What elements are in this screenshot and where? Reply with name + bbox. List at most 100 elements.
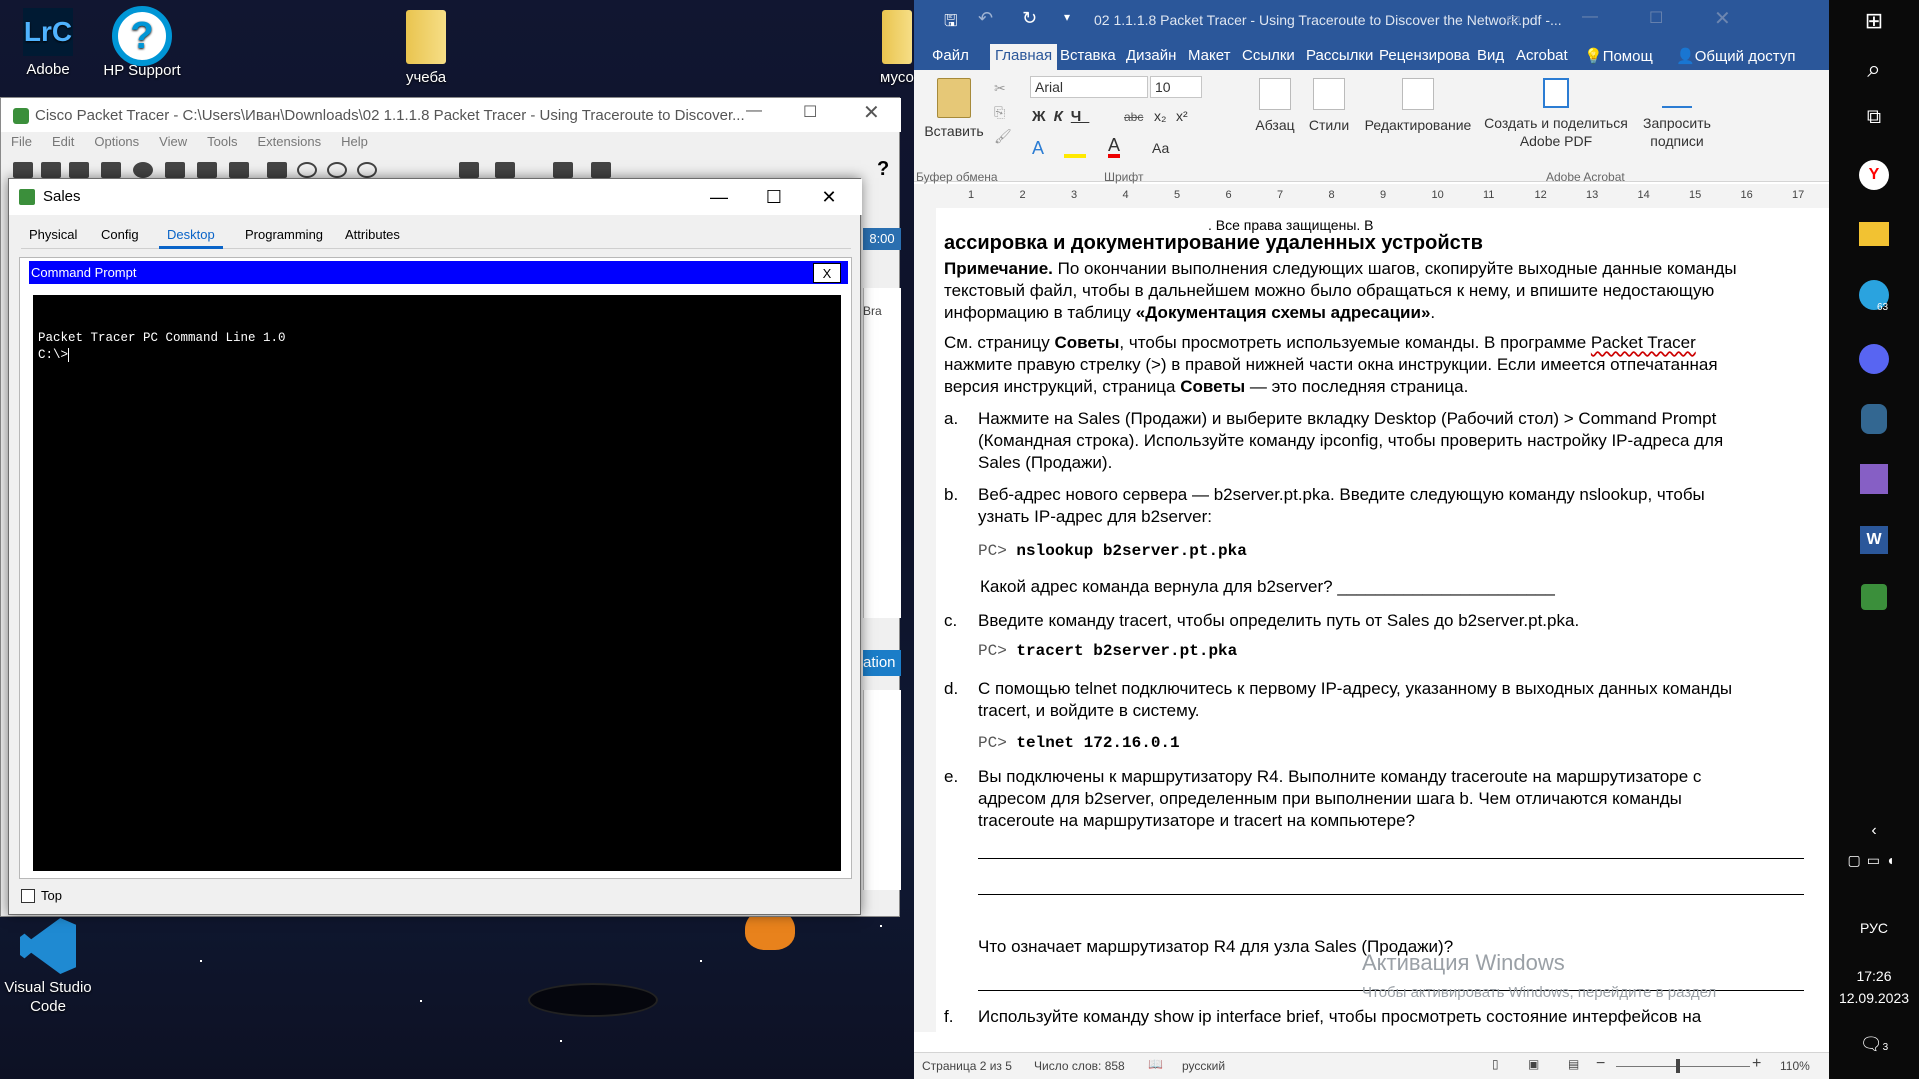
- open-folder-icon[interactable]: [41, 162, 61, 178]
- web-layout-icon[interactable]: ▤: [1568, 1057, 1579, 1071]
- text-effects-icon[interactable]: A: [1032, 138, 1044, 159]
- copy-icon[interactable]: ⎘: [994, 104, 1005, 121]
- terminal-output[interactable]: Packet Tracer PC Command Line 1.0 C:\>: [33, 295, 841, 871]
- cut-icon[interactable]: ✂: [994, 80, 1006, 97]
- word-count[interactable]: Число слов: 858: [1034, 1059, 1125, 1073]
- paste-button[interactable]: Вставить: [924, 78, 984, 140]
- create-pdf-button[interactable]: Создать и поделиться Adobe PDF: [1476, 78, 1636, 150]
- tab-home[interactable]: Главная: [990, 44, 1058, 70]
- visual-studio-icon[interactable]: [1829, 464, 1919, 499]
- tab-acrobat[interactable]: Acrobat: [1516, 47, 1568, 64]
- undo-icon[interactable]: ↶: [978, 8, 993, 29]
- menu-view[interactable]: View: [159, 134, 187, 149]
- paragraph-button[interactable]: Абзац: [1250, 78, 1300, 134]
- menu-help[interactable]: Help: [341, 134, 368, 149]
- font-color-icon[interactable]: A: [1108, 136, 1121, 158]
- desktop-icon-vscode[interactable]: Visual Studio Code: [0, 918, 96, 1016]
- custom-device-icon[interactable]: [495, 162, 515, 178]
- tab-attributes[interactable]: Attributes: [337, 227, 408, 249]
- clock-date[interactable]: 12.09.2023: [1829, 990, 1919, 1006]
- pgadmin-icon[interactable]: [1829, 404, 1919, 439]
- discord-icon[interactable]: [1829, 344, 1919, 379]
- minimize-button[interactable]: —: [746, 102, 762, 120]
- tab-insert[interactable]: Вставка: [1060, 47, 1116, 64]
- menu-edit[interactable]: Edit: [52, 134, 74, 149]
- zoom-in-icon[interactable]: +: [1752, 1055, 1761, 1073]
- input-language[interactable]: РУС: [1829, 920, 1919, 936]
- task-view-icon[interactable]: ⧉: [1829, 106, 1919, 129]
- windows-start-icon[interactable]: ⊞: [1829, 8, 1919, 34]
- tab-view[interactable]: Вид: [1477, 47, 1504, 64]
- search-icon[interactable]: ⌕: [1829, 56, 1919, 84]
- notifications-icon[interactable]: 🗨3: [1829, 1034, 1919, 1055]
- zoom-slider[interactable]: [1616, 1066, 1750, 1067]
- desktop-icon-adobe[interactable]: LrC Adobe: [0, 4, 96, 79]
- yandex-browser-icon[interactable]: Y: [1829, 160, 1919, 190]
- zoom-out-icon[interactable]: [357, 162, 377, 178]
- ribbon-display-icon[interactable]: ▭: [1506, 8, 1521, 28]
- share-button[interactable]: 👤Общий доступ: [1676, 47, 1795, 65]
- maximize-button[interactable]: ☐: [803, 102, 817, 122]
- change-case-icon[interactable]: Аа: [1152, 140, 1169, 156]
- zoom-reset-icon[interactable]: [327, 162, 347, 178]
- print-icon[interactable]: [101, 162, 121, 178]
- tray-icons[interactable]: ▢▭◖: [1829, 852, 1919, 869]
- clock-time[interactable]: 17:26: [1829, 968, 1919, 984]
- highlight-icon[interactable]: [1064, 134, 1086, 158]
- desktop-icon-muso[interactable]: мусо: [868, 4, 914, 87]
- font-name-select[interactable]: Arial: [1030, 76, 1148, 98]
- drawing-icon[interactable]: [553, 162, 573, 178]
- tab-desktop[interactable]: Desktop: [159, 227, 223, 249]
- tab-config[interactable]: Config: [93, 227, 147, 249]
- page-count[interactable]: Страница 2 из 5: [922, 1059, 1012, 1073]
- maximize-button[interactable]: ☐: [1649, 8, 1663, 28]
- close-button[interactable]: ✕: [1714, 6, 1731, 31]
- strikethrough-icon[interactable]: abc: [1124, 110, 1143, 124]
- realtime-mode-button[interactable]: ation: [863, 650, 901, 676]
- undo-icon[interactable]: [267, 162, 287, 178]
- menu-tools[interactable]: Tools: [207, 134, 237, 149]
- proofing-icon[interactable]: 📖: [1148, 1057, 1163, 1071]
- read-mode-icon[interactable]: ▯: [1492, 1057, 1499, 1071]
- editing-button[interactable]: Редактирование: [1360, 78, 1476, 134]
- wizard-icon[interactable]: [165, 162, 185, 178]
- superscript-icon[interactable]: x²: [1176, 108, 1188, 124]
- maximize-button[interactable]: ☐: [744, 179, 804, 215]
- viewport-icon[interactable]: [591, 162, 611, 178]
- help-icon[interactable]: ?: [877, 158, 889, 181]
- new-file-icon[interactable]: [13, 162, 33, 178]
- telegram-icon[interactable]: 63: [1829, 280, 1919, 315]
- subscript-icon[interactable]: x₂: [1154, 108, 1166, 124]
- file-explorer-icon[interactable]: [1829, 222, 1919, 251]
- tab-file[interactable]: Файл: [932, 47, 969, 64]
- tab-programming[interactable]: Programming: [237, 227, 331, 249]
- horizontal-ruler[interactable]: 1 2 3 4 5 6 7 8 9 10 11 12 13 14 15 16 17: [914, 184, 1829, 208]
- styles-button[interactable]: Стили: [1304, 78, 1354, 134]
- desktop-icon-ucheba[interactable]: учеба: [378, 4, 474, 87]
- tab-physical[interactable]: Physical: [21, 227, 85, 249]
- menu-file[interactable]: File: [11, 134, 32, 149]
- print-layout-icon[interactable]: ▣: [1528, 1057, 1539, 1071]
- tray-expand-icon[interactable]: ‹: [1829, 822, 1919, 840]
- packet-tracer-taskbar-icon[interactable]: [1829, 584, 1919, 615]
- command-prompt-close-button[interactable]: X: [813, 263, 841, 283]
- save-icon[interactable]: 🖫: [944, 10, 958, 37]
- word-taskbar-icon[interactable]: W: [1829, 526, 1919, 554]
- info-icon[interactable]: [133, 162, 153, 178]
- close-button[interactable]: ✕: [863, 100, 880, 125]
- zoom-level[interactable]: 110%: [1780, 1059, 1810, 1073]
- tab-review[interactable]: Рецензирова: [1379, 47, 1477, 64]
- request-signatures-button[interactable]: Запросить подписи: [1638, 78, 1716, 150]
- menu-extensions[interactable]: Extensions: [257, 134, 321, 149]
- language-status[interactable]: русский: [1182, 1059, 1225, 1073]
- quick-access-dropdown-icon[interactable]: ▾: [1064, 10, 1070, 24]
- minimize-button[interactable]: —: [689, 179, 749, 215]
- redo-icon[interactable]: ↻: [1022, 8, 1037, 29]
- close-button[interactable]: ✕: [799, 179, 859, 215]
- zoom-in-icon[interactable]: [297, 162, 317, 178]
- zoom-slider-thumb[interactable]: [1676, 1059, 1680, 1073]
- tab-design[interactable]: Дизайн: [1126, 47, 1176, 64]
- font-size-select[interactable]: 10: [1150, 76, 1202, 98]
- minimize-button[interactable]: —: [1582, 8, 1598, 26]
- palette-icon[interactable]: [459, 162, 479, 178]
